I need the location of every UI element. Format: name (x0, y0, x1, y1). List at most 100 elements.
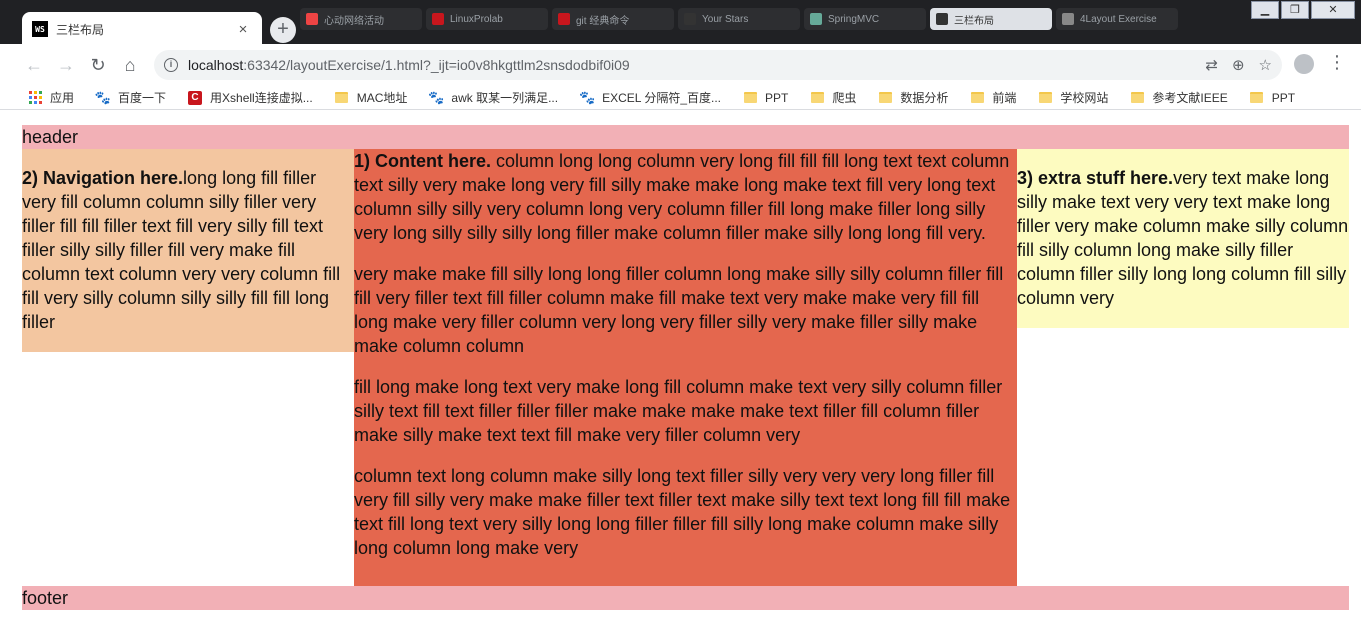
bookmark-item[interactable]: 🐾 EXCEL 分隔符_百度... (578, 89, 721, 106)
bookmark-label: 爬虫 (832, 91, 857, 105)
content-column: 1) Content here. column long long column… (354, 149, 1017, 586)
folder-icon (810, 91, 824, 105)
folder-icon (970, 91, 984, 105)
extra-column: 3) extra stuff here.very text make long … (1017, 149, 1349, 328)
background-tab[interactable]: Your Stars (678, 8, 800, 30)
apps-grid-icon (28, 91, 42, 105)
bookmark-item[interactable]: 爬虫 (810, 89, 856, 106)
browser-toolbar: ← → ↻ ⌂ i localhost:63342/layoutExercise… (0, 44, 1361, 86)
background-tab[interactable]: 心动网络活动 (300, 8, 422, 30)
background-tab[interactable]: 三栏布局 (930, 8, 1052, 30)
bookmark-label: 前端 (992, 91, 1017, 105)
bookmark-item[interactable]: 数据分析 (878, 89, 948, 106)
tab-title: 三栏布局 (56, 22, 105, 37)
csdn-icon: C (188, 90, 203, 105)
bookmark-item[interactable]: 参考文献IEEE (1130, 89, 1228, 106)
tab-favicon-icon (558, 13, 570, 25)
background-tab[interactable]: 4Layout Exercise (1056, 8, 1178, 30)
webstorm-icon: WS (32, 21, 48, 37)
background-tab-title: Your Stars (702, 13, 749, 25)
bookmark-item[interactable]: PPT (743, 91, 788, 105)
bookmark-item[interactable]: 🐾 百度一下 (94, 89, 167, 106)
new-tab-button[interactable]: + (270, 17, 296, 43)
page-footer: footer (22, 586, 1349, 610)
zoom-icon[interactable]: ⊕ (1232, 56, 1245, 74)
folder-icon (335, 91, 349, 105)
back-arrow-icon[interactable]: ← (18, 55, 50, 76)
background-tab[interactable]: SpringMVC (804, 8, 926, 30)
folder-icon (1130, 91, 1144, 105)
bookmark-item[interactable]: 学校网站 (1038, 89, 1108, 106)
background-tab-title: LinuxProlab (450, 13, 503, 25)
bookmark-label: awk 取某一列满足... (451, 91, 559, 105)
folder-icon (1250, 91, 1264, 105)
minimize-button[interactable]: ▁ (1251, 1, 1279, 19)
bookmark-item[interactable]: C 用Xshell连接虚拟... (188, 89, 313, 106)
translate-icon[interactable]: ⇄ (1205, 56, 1218, 74)
tab-active[interactable]: WS 三栏布局 × (22, 12, 262, 46)
background-tab[interactable]: git 经典命令 (552, 8, 674, 30)
home-icon[interactable]: ⌂ (114, 55, 146, 76)
bookmark-item[interactable]: MAC地址 (335, 89, 408, 106)
bookmark-label: PPT (765, 90, 789, 105)
bookmark-item[interactable]: 前端 (970, 89, 1016, 106)
content-heading: 1) Content here. (354, 151, 492, 171)
close-window-button[interactable]: ✕ (1311, 1, 1355, 19)
background-tab-title: 三栏布局 (954, 15, 994, 27)
tab-favicon-icon (810, 13, 822, 25)
content-paragraph: fill long make long text very make long … (354, 377, 1003, 445)
tab-favicon-icon (306, 13, 318, 25)
bookmark-label: 学校网站 (1060, 91, 1109, 105)
bookmark-label: 百度一下 (118, 91, 167, 105)
content-paragraph: very make make fill silly long long fill… (354, 264, 1004, 356)
tab-favicon-icon (432, 13, 444, 25)
url-path: :63342/layoutExercise/1.html?_ijt=io0v8h… (243, 57, 630, 73)
forward-arrow-icon[interactable]: → (50, 55, 82, 76)
bookmark-label: PPT (1271, 90, 1296, 105)
bookmark-label: 应用 (50, 91, 75, 105)
nav-heading: 2) Navigation here. (22, 168, 184, 188)
extra-text: very text make long silly make text very… (1017, 168, 1349, 308)
navigation-column: 2) Navigation here.long long fill filler… (22, 149, 354, 352)
background-tab-title: 4Layout Exercise (1080, 13, 1157, 25)
bookmark-item[interactable]: PPT (1250, 91, 1295, 105)
background-tab-title: 心动网络活动 (324, 15, 384, 27)
star-icon[interactable]: ☆ (1259, 56, 1272, 74)
content-paragraph: 1) Content here. column long long column… (354, 149, 1017, 245)
folder-icon (878, 91, 892, 105)
bookmark-label: 数据分析 (900, 91, 949, 105)
reload-icon[interactable]: ↻ (82, 55, 114, 76)
tab-strip: WS 三栏布局 × + 心动网络活动 LinuxProlab git 经典命令 … (0, 0, 1361, 46)
tab-close-button[interactable]: × (234, 21, 252, 38)
baidu-paw-icon: 🐾 (428, 89, 445, 105)
baidu-paw-icon: 🐾 (578, 89, 596, 105)
content-paragraph: column text long column make silly long … (354, 466, 1011, 558)
bookmark-item[interactable]: 🐾 awk 取某一列满足... (428, 89, 559, 106)
bookmark-label: EXCEL 分隔符_百度... (602, 91, 721, 105)
tab-favicon-icon (684, 13, 696, 25)
nav-text: long long fill filler very fill column c… (22, 168, 341, 332)
bookmark-item[interactable]: 应用 (28, 89, 74, 106)
bookmark-label: MAC地址 (356, 91, 408, 105)
maximize-button[interactable]: ❐ (1281, 1, 1309, 19)
baidu-paw-icon: 🐾 (94, 89, 112, 105)
background-tabs: 心动网络活动 LinuxProlab git 经典命令 Your Stars S… (300, 8, 1178, 30)
info-icon[interactable]: i (164, 58, 178, 72)
folder-icon (1038, 91, 1052, 105)
tab-favicon-icon (936, 13, 948, 25)
page-header: header (22, 125, 1349, 149)
background-tab-title: SpringMVC (828, 13, 880, 25)
profile-avatar-icon[interactable] (1294, 54, 1314, 74)
bookmarks-bar: 应用 🐾 百度一下 C 用Xshell连接虚拟... MAC地址 🐾 awk 取某一列满足..… (0, 86, 1361, 110)
address-bar[interactable]: i localhost:63342/layoutExercise/1.html?… (154, 50, 1282, 80)
extra-heading: 3) extra stuff here. (1017, 168, 1174, 188)
tab-favicon-icon (1062, 13, 1074, 25)
menu-dots-icon[interactable]: ⋮ (1328, 52, 1346, 73)
url-host: localhost (188, 57, 244, 73)
window-controls: ▁ ❐ ✕ (1249, 1, 1355, 19)
bookmark-label: 参考文献IEEE (1152, 91, 1228, 105)
page-viewport: header 2) Navigation here.long long fill… (0, 111, 1361, 644)
background-tab[interactable]: LinuxProlab (426, 8, 548, 30)
background-tab-title: git 经典命令 (576, 15, 630, 27)
folder-icon (743, 91, 757, 105)
